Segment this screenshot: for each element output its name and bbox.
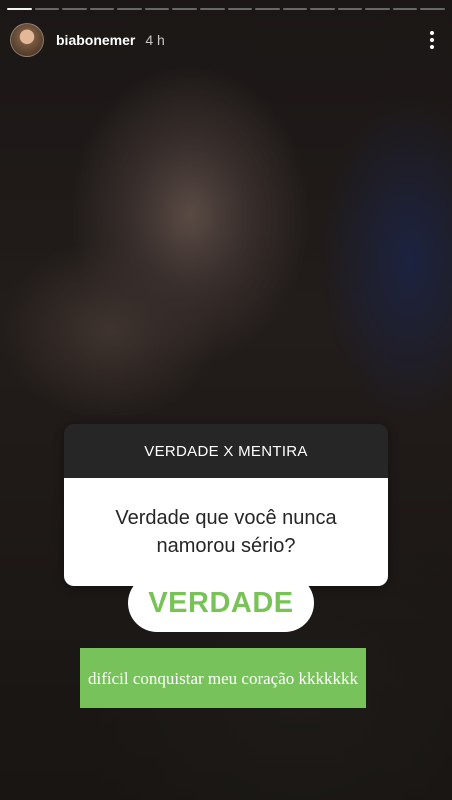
profile-avatar[interactable] bbox=[10, 23, 44, 57]
progress-segment bbox=[144, 8, 170, 10]
progress-segment bbox=[172, 8, 197, 10]
progress-segment bbox=[255, 8, 280, 10]
progress-segment bbox=[392, 8, 418, 10]
progress-segment bbox=[227, 8, 253, 10]
progress-segment bbox=[365, 8, 390, 10]
story-viewer[interactable]: biabonemer 4 h VERDADE X MENTIRA Verdade… bbox=[0, 0, 452, 800]
progress-segment bbox=[199, 8, 225, 10]
question-sticker-header: VERDADE X MENTIRA bbox=[64, 424, 388, 478]
progress-segment bbox=[282, 8, 308, 10]
progress-segment bbox=[420, 8, 445, 10]
progress-segment bbox=[310, 8, 335, 10]
story-progress-bar bbox=[7, 8, 445, 10]
post-time: 4 h bbox=[145, 32, 165, 48]
caption-text: difícil conquistar meu coração kkkkkkk bbox=[80, 648, 366, 708]
progress-segment bbox=[337, 8, 363, 10]
more-vertical-icon[interactable] bbox=[422, 27, 442, 53]
answer-sticker: VERDADE bbox=[128, 574, 314, 632]
question-text: Verdade que você nunca namorou sério? bbox=[64, 478, 388, 586]
progress-segment bbox=[7, 8, 32, 10]
progress-segment bbox=[34, 8, 60, 10]
username[interactable]: biabonemer bbox=[56, 32, 135, 48]
story-header: biabonemer 4 h bbox=[10, 22, 442, 58]
progress-segment bbox=[89, 8, 115, 10]
progress-segment bbox=[117, 8, 142, 10]
progress-segment bbox=[62, 8, 87, 10]
question-sticker: VERDADE X MENTIRA Verdade que você nunca… bbox=[64, 424, 388, 586]
